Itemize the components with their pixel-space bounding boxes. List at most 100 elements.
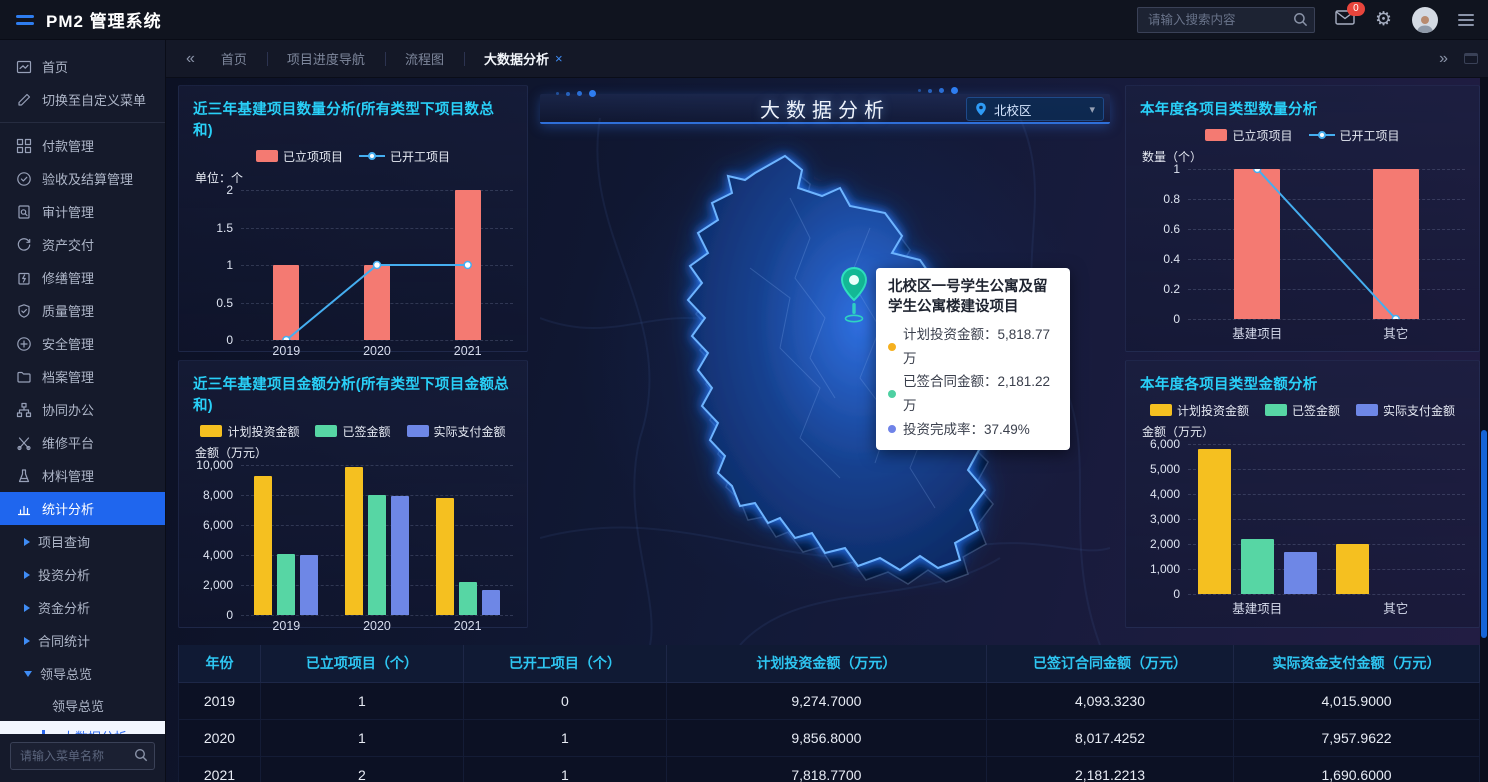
x-axis-labels: 201920202021 bbox=[241, 615, 513, 635]
y-tick-label: 6,000 bbox=[203, 518, 233, 532]
bar-实际支付金额 bbox=[391, 496, 409, 615]
sidebar-item-资产交付[interactable]: 资产交付 bbox=[0, 228, 165, 261]
sidebar-item-安全管理[interactable]: 安全管理 bbox=[0, 327, 165, 360]
menu-search-icon[interactable] bbox=[134, 748, 148, 762]
legend-bar-swatch bbox=[1205, 129, 1227, 141]
sidebar-item-修缮管理[interactable]: 修缮管理 bbox=[0, 261, 165, 294]
year-link[interactable]: 2020 bbox=[179, 719, 261, 756]
tabs-scroll-right-icon[interactable]: » bbox=[1433, 50, 1454, 68]
sidebar-item-材料管理[interactable]: 材料管理 bbox=[0, 459, 165, 492]
legend-item-已签金额[interactable]: 已签金额 bbox=[315, 423, 390, 440]
avatar[interactable] bbox=[1412, 7, 1438, 33]
sidebar-menu: 首页切换至自定义菜单付款管理验收及结算管理审计管理资产交付修缮管理质量管理安全管… bbox=[0, 40, 165, 734]
bar-已立项项目 bbox=[455, 190, 481, 340]
legend-label: 实际支付金额 bbox=[1383, 402, 1455, 419]
search-icon[interactable] bbox=[1293, 12, 1308, 27]
sidebar-item-领导总览[interactable]: 领导总览 bbox=[0, 690, 165, 721]
sidebar-item-协同办公[interactable]: 协同办公 bbox=[0, 393, 165, 426]
legend-item-计划投资金额[interactable]: 计划投资金额 bbox=[1150, 402, 1249, 419]
bar-已签金额 bbox=[368, 495, 386, 615]
sidebar-item-投资分析[interactable]: 投资分析 bbox=[0, 558, 165, 591]
legend-bar-swatch bbox=[256, 150, 278, 162]
y-tick-label: 3,000 bbox=[1150, 512, 1180, 526]
bar-group-2019 bbox=[241, 465, 332, 615]
sidebar-item-验收及结算管理[interactable]: 验收及结算管理 bbox=[0, 162, 165, 195]
legend-bar-swatch bbox=[315, 425, 337, 437]
sidebar-item-大数据分析[interactable]: 大数据分析 bbox=[0, 721, 165, 734]
menu-toggle-icon[interactable] bbox=[16, 15, 34, 25]
sidebar-item-label: 验收及结算管理 bbox=[42, 169, 133, 188]
table-cell: 1,690.6000 bbox=[1234, 756, 1480, 782]
more-menu-icon[interactable] bbox=[1458, 14, 1474, 26]
year-link[interactable]: 2019 bbox=[179, 682, 261, 719]
scrollbar-thumb[interactable] bbox=[1481, 430, 1487, 638]
legend-item-已开工项目[interactable]: 已开工项目 bbox=[359, 148, 450, 165]
sidebar-item-首页[interactable]: 首页 bbox=[0, 50, 165, 83]
sidebar-item-label: 资金分析 bbox=[38, 598, 90, 617]
tab-label: 流程图 bbox=[405, 49, 444, 68]
legend-item-实际支付金额[interactable]: 实际支付金额 bbox=[407, 423, 506, 440]
y-tick-label: 1,000 bbox=[1150, 562, 1180, 576]
y-tick-label: 0.2 bbox=[1163, 282, 1180, 296]
legend-bar-swatch bbox=[1265, 404, 1287, 416]
y-tick-label: 0 bbox=[1173, 587, 1180, 601]
tab-首页[interactable]: 首页 bbox=[201, 48, 267, 70]
avatar-person-icon bbox=[1415, 13, 1435, 33]
tab-actions-icon[interactable] bbox=[1464, 53, 1478, 64]
legend-item-实际支付金额[interactable]: 实际支付金额 bbox=[1356, 402, 1455, 419]
legend-label: 已签金额 bbox=[1292, 402, 1340, 419]
year-link[interactable]: 2021 bbox=[179, 756, 261, 782]
sidebar-item-项目查询[interactable]: 项目查询 bbox=[0, 525, 165, 558]
legend-item-已立项项目[interactable]: 已立项项目 bbox=[1205, 127, 1292, 144]
chevron-right-icon bbox=[24, 571, 30, 579]
table-header-cell: 已签订合同金额（万元） bbox=[986, 645, 1233, 682]
x-axis-labels: 基建项目其它 bbox=[1188, 594, 1465, 614]
project-pin-icon[interactable] bbox=[840, 266, 868, 324]
panel-count-year: 本年度各项目类型数量分析 已立项项目已开工项目 数量（个） 00.20.40.6… bbox=[1125, 85, 1480, 352]
sidebar-item-付款管理[interactable]: 付款管理 bbox=[0, 129, 165, 162]
tab-流程图[interactable]: 流程图 bbox=[385, 48, 464, 70]
legend-item-计划投资金额[interactable]: 计划投资金额 bbox=[200, 423, 299, 440]
panel-count-3yr: 近三年基建项目数量分析(所有类型下项目数总和) 已立项项目已开工项目 单位：个 … bbox=[178, 85, 528, 352]
sidebar-item-统计分析[interactable]: 统计分析 bbox=[0, 492, 165, 525]
x-axis-labels: 基建项目其它 bbox=[1188, 319, 1465, 339]
settings-icon[interactable]: ⚙ bbox=[1375, 10, 1392, 29]
legend-item-已签金额[interactable]: 已签金额 bbox=[1265, 402, 1340, 419]
bar-group-2020 bbox=[332, 190, 423, 340]
dashboard: 近三年基建项目数量分析(所有类型下项目数总和) 已立项项目已开工项目 单位：个 … bbox=[166, 78, 1488, 782]
legend-label: 已签金额 bbox=[342, 423, 390, 440]
sidebar-item-资金分析[interactable]: 资金分析 bbox=[0, 591, 165, 624]
sidebar-item-合同统计[interactable]: 合同统计 bbox=[0, 624, 165, 657]
search-input[interactable] bbox=[1137, 7, 1315, 33]
map-area[interactable]: 北校区一号学生公寓及留学生公寓楼建设项目 计划投资金额：5,818.77万已签合… bbox=[540, 118, 1110, 645]
messages-button[interactable]: 0 bbox=[1335, 10, 1355, 30]
legend-line-dot bbox=[368, 152, 376, 160]
legend-label: 已开工项目 bbox=[1340, 127, 1400, 144]
tab-label: 项目进度导航 bbox=[287, 49, 365, 68]
tab-大数据分析[interactable]: 大数据分析× bbox=[464, 48, 583, 70]
tab-项目进度导航[interactable]: 项目进度导航 bbox=[267, 48, 385, 70]
bar-group-其它 bbox=[1327, 444, 1466, 594]
legend-item-已立项项目[interactable]: 已立项项目 bbox=[256, 148, 343, 165]
tooltip-dot-icon bbox=[888, 343, 896, 351]
x-tick-label: 基建项目 bbox=[1188, 323, 1327, 342]
bar-group-2021 bbox=[422, 190, 513, 340]
sidebar-item-领导总览[interactable]: 领导总览 bbox=[0, 657, 165, 690]
sidebar-item-维修平台[interactable]: 维修平台 bbox=[0, 426, 165, 459]
y-tick-label: 1 bbox=[1173, 162, 1180, 176]
sidebar-item-审计管理[interactable]: 审计管理 bbox=[0, 195, 165, 228]
sidebar-item-切换至自定义菜单[interactable]: 切换至自定义菜单 bbox=[0, 83, 165, 116]
sidebar-item-label: 领导总览 bbox=[52, 696, 104, 715]
legend-item-已开工项目[interactable]: 已开工项目 bbox=[1309, 127, 1400, 144]
bar-group-基建项目 bbox=[1188, 444, 1327, 594]
tab-close-icon[interactable]: × bbox=[555, 51, 563, 66]
tabs-scroll-left-icon[interactable]: « bbox=[180, 50, 201, 68]
sidebar-item-档案管理[interactable]: 档案管理 bbox=[0, 360, 165, 393]
table-header-cell: 已开工项目（个） bbox=[463, 645, 666, 682]
decor-dot bbox=[939, 88, 944, 93]
bar-实际支付金额 bbox=[482, 590, 500, 615]
sidebar-item-label: 切换至自定义菜单 bbox=[42, 90, 146, 109]
y-tick-label: 2,000 bbox=[203, 578, 233, 592]
sidebar-item-质量管理[interactable]: 质量管理 bbox=[0, 294, 165, 327]
chevron-right-icon bbox=[24, 637, 30, 645]
